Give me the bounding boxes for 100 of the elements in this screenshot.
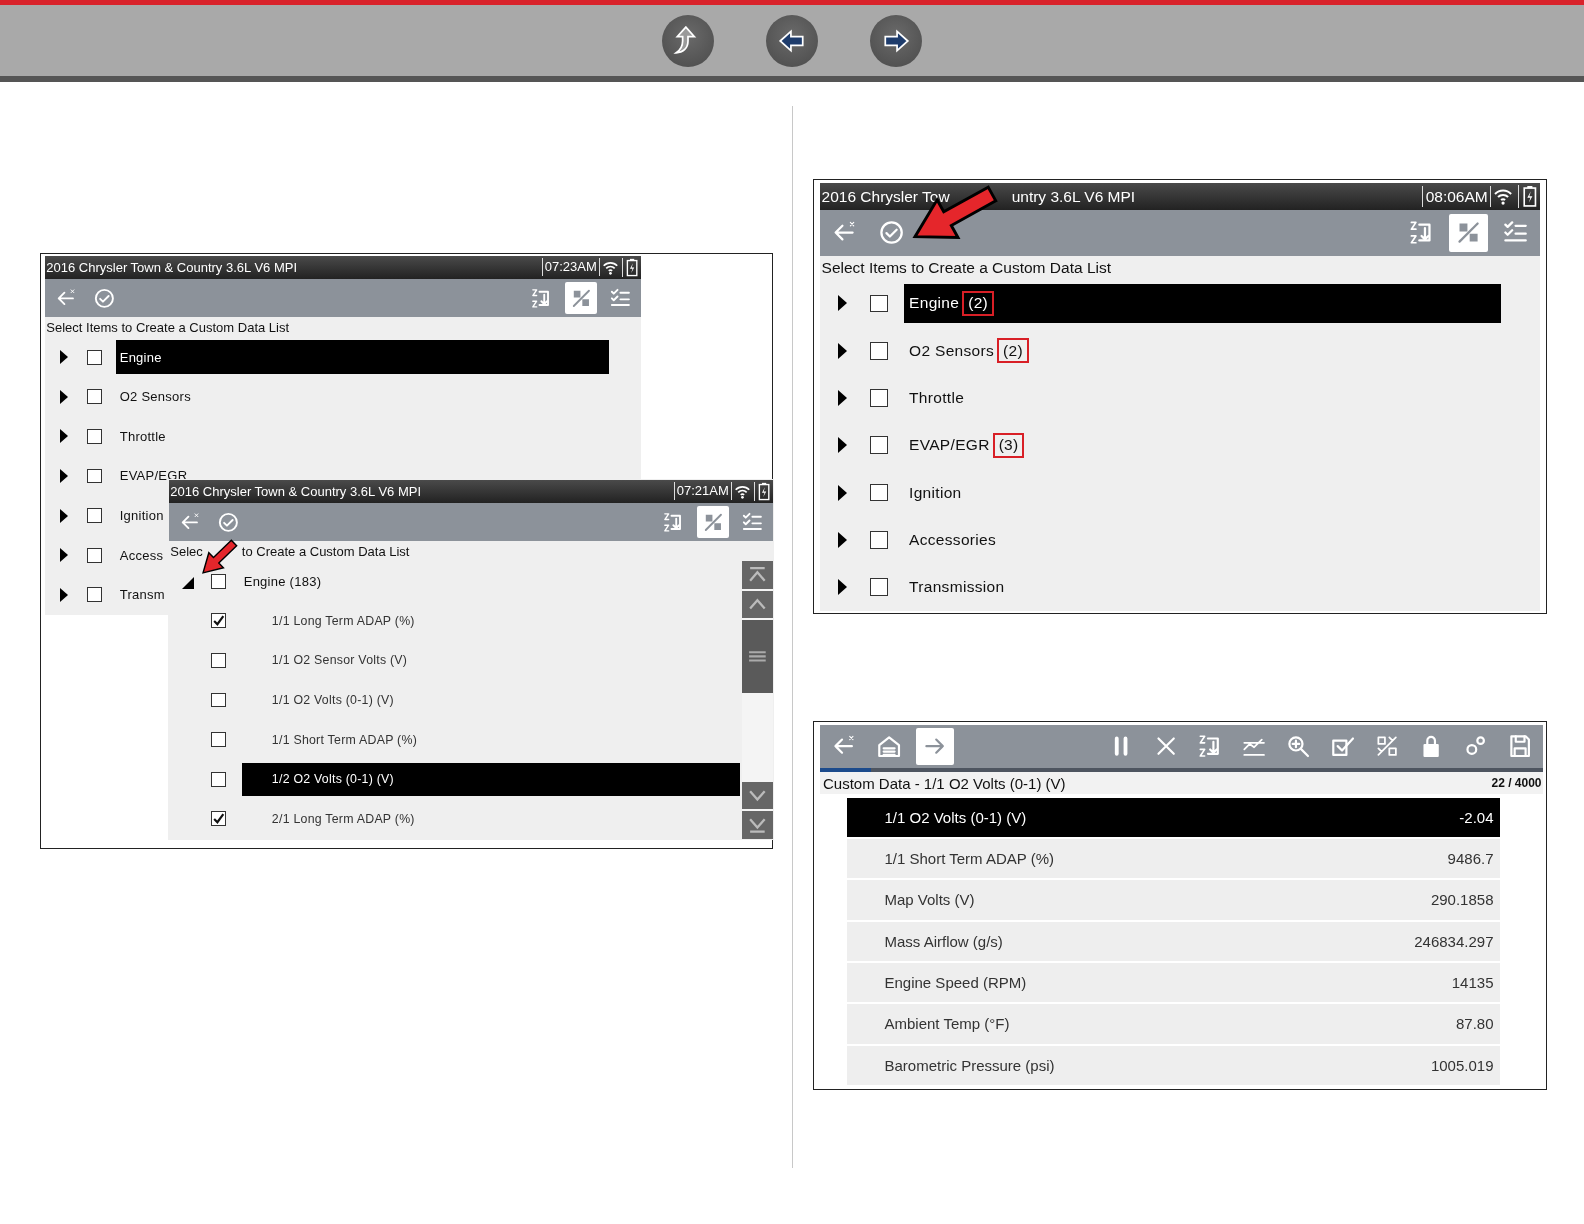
data-row[interactable]: Map Volts (V) 290.1858 <box>847 880 1500 922</box>
data-row[interactable]: Barometric Pressure (psi) 1005.019 <box>847 1045 1500 1087</box>
scroll-top-button[interactable] <box>742 561 773 589</box>
list-item[interactable]: Throttle <box>115 427 166 446</box>
parameter-name: 1/1 O2 Volts (0-1) (V) <box>884 808 1027 826</box>
collapse-button[interactable] <box>696 505 730 539</box>
list-item[interactable]: Engine <box>115 340 609 374</box>
checkbox[interactable] <box>870 341 889 360</box>
forward-button[interactable] <box>870 14 922 67</box>
parameter-value: 9486.7 <box>1447 850 1494 868</box>
list-item[interactable]: 1/1 O2 Sensor Volts (V) <box>242 643 408 677</box>
expand-arrow-icon[interactable] <box>60 429 69 444</box>
list-item[interactable]: O2 Sensors (2) <box>904 340 1029 362</box>
parameter-value: 1005.019 <box>1430 1056 1494 1074</box>
collapse-button[interactable] <box>1449 213 1489 253</box>
checkbox[interactable] <box>211 692 227 708</box>
expand-arrow-icon[interactable] <box>60 350 69 365</box>
data-row[interactable]: Ambient Temp (°F) 87.80 <box>847 1004 1500 1046</box>
list-item[interactable]: EVAP/EGR (3) <box>904 434 1025 456</box>
instruction-text: Selec <box>170 543 203 559</box>
instruction-text: Select Items to Create a Custom Data List <box>821 258 1111 277</box>
callout-arrow <box>202 539 238 574</box>
clock-text: 07:21AM <box>673 482 732 501</box>
list-item[interactable]: Accessories <box>904 529 997 551</box>
expand-arrow-icon[interactable] <box>60 389 69 404</box>
scroll-up-button[interactable] <box>742 590 773 618</box>
list-item[interactable]: Ignition <box>904 482 962 503</box>
garage-icon <box>875 733 903 760</box>
clock-text: 07:23AM <box>541 258 600 277</box>
expand-arrow-icon[interactable] <box>838 295 848 312</box>
expand-arrow-icon[interactable] <box>838 342 848 359</box>
item-count: (3) <box>992 432 1025 458</box>
checkbox[interactable] <box>87 468 103 484</box>
screen-title: Custom Data - 1/1 O2 Volts (0-1) (V) <box>823 774 1066 792</box>
expand-arrow-icon[interactable] <box>60 468 69 483</box>
checkbox[interactable] <box>211 652 227 668</box>
list-item[interactable]: 1/1 O2 Volts (0-1) (V) <box>242 683 394 717</box>
expand-arrow-icon[interactable] <box>60 508 69 523</box>
list-item[interactable]: 1/1 Short Term ADAP (%) <box>242 722 418 757</box>
expand-arrow-icon[interactable] <box>838 579 848 596</box>
expand-arrow-icon[interactable] <box>838 531 848 548</box>
collapse-button[interactable] <box>564 281 598 315</box>
list-item[interactable]: O2 Sensors <box>115 387 191 406</box>
check-circle-icon <box>877 219 905 247</box>
checkbox[interactable] <box>870 578 889 596</box>
parameter-value: 246834.297 <box>1414 932 1494 950</box>
checkbox[interactable] <box>87 349 103 365</box>
parameter-value: 290.1858 <box>1430 891 1494 909</box>
checkbox[interactable] <box>870 483 889 502</box>
screen-title: 2016 Chrysler Town & Country 3.6L V6 MPI <box>170 483 422 499</box>
scroll-thumb[interactable] <box>742 619 773 693</box>
list-item[interactable]: Transm <box>115 586 165 604</box>
check-circle-icon <box>93 286 117 310</box>
checkbox[interactable] <box>87 508 103 524</box>
checkbox[interactable] <box>211 613 227 629</box>
battery-icon <box>622 257 640 277</box>
parameter-name: 1/1 Short Term ADAP (%) <box>884 850 1054 868</box>
checkbox[interactable] <box>211 811 227 827</box>
checkbox[interactable] <box>870 436 889 455</box>
expand-arrow-icon[interactable] <box>838 437 848 454</box>
up-button[interactable] <box>662 14 714 67</box>
list-item[interactable]: 1/1 Long Term ADAP (%) <box>242 604 415 638</box>
list-item[interactable]: Access <box>115 546 164 565</box>
data-row[interactable]: Engine Speed (RPM) 14135 <box>847 962 1500 1005</box>
instruction-text: to Create a Custom Data List <box>241 543 410 559</box>
expand-arrow-icon[interactable] <box>838 484 848 501</box>
parameter-value: 87.80 <box>1455 1015 1494 1033</box>
list-item[interactable]: 1/2 O2 Volts (0-1) (V) <box>242 762 740 796</box>
checkbox[interactable] <box>870 294 889 313</box>
list-item[interactable]: Transmission <box>904 576 1005 598</box>
expand-arrow-icon[interactable] <box>60 587 69 602</box>
list-item[interactable]: Engine (2) <box>904 283 1502 324</box>
checkbox[interactable] <box>87 389 103 405</box>
checkbox[interactable] <box>211 732 227 748</box>
back-button[interactable] <box>766 14 818 67</box>
parameter-name: Ambient Temp (°F) <box>884 1015 1010 1033</box>
data-row[interactable]: 1/1 Short Term ADAP (%) 9486.7 <box>847 839 1500 881</box>
data-row[interactable]: Mass Airflow (g/s) 246834.297 <box>847 921 1500 963</box>
expand-arrow-icon[interactable] <box>838 390 848 406</box>
checkbox[interactable] <box>211 573 227 589</box>
expand-arrow-icon[interactable] <box>60 548 69 563</box>
checkbox[interactable] <box>87 587 103 603</box>
data-row[interactable]: 1/1 O2 Volts (0-1) (V) -2.04 <box>847 797 1500 839</box>
parameter-name: Barometric Pressure (psi) <box>884 1056 1055 1074</box>
list-item[interactable]: EVAP/EGR <box>115 467 188 485</box>
checkbox[interactable] <box>870 530 889 549</box>
list-item[interactable]: Engine (183) <box>239 572 322 590</box>
scroll-down-button[interactable] <box>742 782 773 810</box>
parameter-name: Map Volts (V) <box>884 891 975 909</box>
list-item[interactable]: Ignition <box>115 506 164 525</box>
checkbox[interactable] <box>211 771 227 787</box>
parameter-name: Engine Speed (RPM) <box>884 974 1027 992</box>
checkbox[interactable] <box>870 389 889 407</box>
frame-counter: 22 / 4000 <box>1491 776 1542 791</box>
list-item[interactable]: Throttle <box>904 387 965 409</box>
checkbox[interactable] <box>87 547 103 563</box>
screen-title: 2016 Chrysler Town & Country 3.6L V6 MPI <box>46 259 298 275</box>
list-item[interactable]: 2/1 Long Term ADAP (%) <box>242 802 415 836</box>
checkbox[interactable] <box>87 428 103 444</box>
scroll-bottom-button[interactable] <box>742 811 773 839</box>
